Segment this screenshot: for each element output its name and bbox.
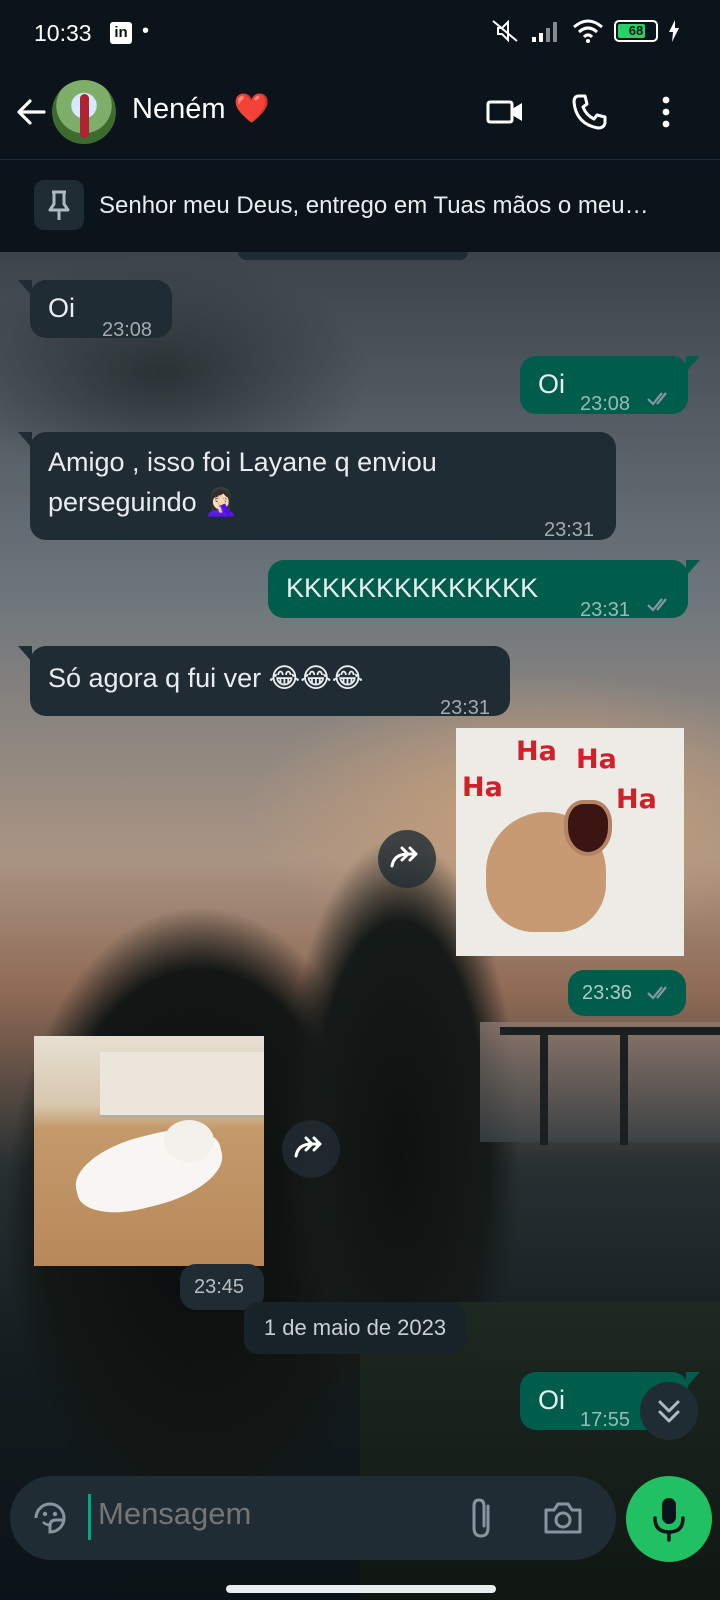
sticker-icon[interactable] [30, 1498, 70, 1538]
cat-head [164, 1120, 214, 1162]
wallpaper-railing [500, 1027, 720, 1147]
forward-button[interactable] [282, 1120, 340, 1178]
contact-name[interactable]: Neném ❤️ [132, 92, 270, 126]
avatar[interactable] [52, 80, 116, 144]
notification-dot: • [142, 20, 150, 42]
home-indicator[interactable] [226, 1585, 496, 1593]
message-time: 23:31 [440, 697, 491, 719]
read-ticks-icon [647, 392, 667, 406]
sticker-text: Ha [516, 736, 557, 767]
cat-sticker-drawer [100, 1052, 264, 1118]
message-outgoing[interactable]: KKKKKKKKKKKKKK 23:31 [268, 560, 700, 621]
sticker-text: Ha [576, 744, 617, 775]
wifi-icon [573, 19, 603, 43]
video-call-icon[interactable] [484, 90, 528, 134]
sticker-sleeping-cat[interactable] [34, 1036, 264, 1266]
message-time: 23:45 [194, 1276, 245, 1298]
date-separator: 1 de maio de 2023 [244, 1302, 466, 1354]
forward-icon [390, 846, 418, 868]
microphone-icon [653, 1498, 685, 1542]
message-incoming[interactable]: Amigo , isso foi Layane q enviou persegu… [18, 432, 616, 541]
message-incoming[interactable]: Oi 23:08 [18, 280, 172, 341]
pin-icon [34, 180, 84, 230]
back-arrow-icon[interactable] [14, 94, 50, 130]
message-text: KKKKKKKKKKKKKK [286, 573, 539, 603]
message-text-line1: Amigo , isso foi Layane q enviou [48, 447, 437, 477]
sticker-text: Ha [462, 772, 503, 803]
message-time: 23:31 [544, 519, 595, 541]
message-text: Oi [48, 293, 75, 323]
message-time: 23:08 [102, 319, 153, 341]
message-time: 17:55 [580, 1409, 631, 1431]
status-bar: 10:33 in • 68 [0, 0, 720, 64]
status-time: 10:33 [34, 20, 92, 46]
message-input[interactable] [98, 1496, 438, 1532]
forward-icon [294, 1136, 322, 1158]
mute-icon [492, 19, 518, 43]
pinned-message-bar[interactable]: Senhor meu Deus, entrego em Tuas mãos o … [0, 160, 720, 252]
more-options-icon[interactable] [644, 90, 688, 134]
double-chevron-down-icon [658, 1400, 680, 1423]
message-time: 23:31 [580, 599, 631, 621]
camera-icon[interactable] [542, 1498, 584, 1538]
charging-icon [669, 20, 679, 42]
message-composer[interactable] [10, 1476, 616, 1560]
signal-icon [532, 22, 557, 42]
battery-level: 68 [628, 23, 644, 38]
text-cursor [88, 1494, 91, 1540]
message-time: 23:08 [580, 393, 631, 415]
sticker-laughing-dog[interactable]: Ha Ha Ha Ha [456, 728, 684, 956]
sticker-text: Ha [616, 784, 657, 815]
battery-icon: 68 [614, 20, 658, 42]
message-outgoing[interactable]: Oi 23:08 [520, 356, 700, 415]
chat-area[interactable]: Oi 23:08 Oi 23:08 Amigo , isso foi Layan… [0, 252, 720, 1600]
dog-mouth [564, 800, 612, 856]
message-text-line2: perseguindo 🤦🏻‍♀️ [48, 487, 238, 517]
read-ticks-icon [647, 598, 667, 612]
message-time: 23:36 [582, 982, 633, 1004]
chat-header: Neném ❤️ [0, 64, 720, 160]
message-text: Oi [538, 369, 565, 399]
voice-call-icon[interactable] [568, 90, 612, 134]
voice-message-button[interactable] [626, 1476, 712, 1562]
message-text: Oi [538, 1385, 565, 1415]
previous-message-edge [238, 252, 468, 260]
scroll-to-bottom-button[interactable] [640, 1382, 698, 1440]
message-text: Só agora q fui ver 😂😂😂 [48, 663, 364, 693]
forward-button[interactable] [378, 830, 436, 888]
sticker-time-pill: 23:36 [568, 970, 686, 1016]
linkedin-icon: in [110, 22, 132, 44]
read-ticks-icon [647, 986, 667, 1000]
pinned-message-text: Senhor meu Deus, entrego em Tuas mãos o … [99, 192, 649, 219]
attach-icon[interactable] [462, 1496, 502, 1540]
message-incoming[interactable]: Só agora q fui ver 😂😂😂 23:31 [18, 646, 510, 719]
